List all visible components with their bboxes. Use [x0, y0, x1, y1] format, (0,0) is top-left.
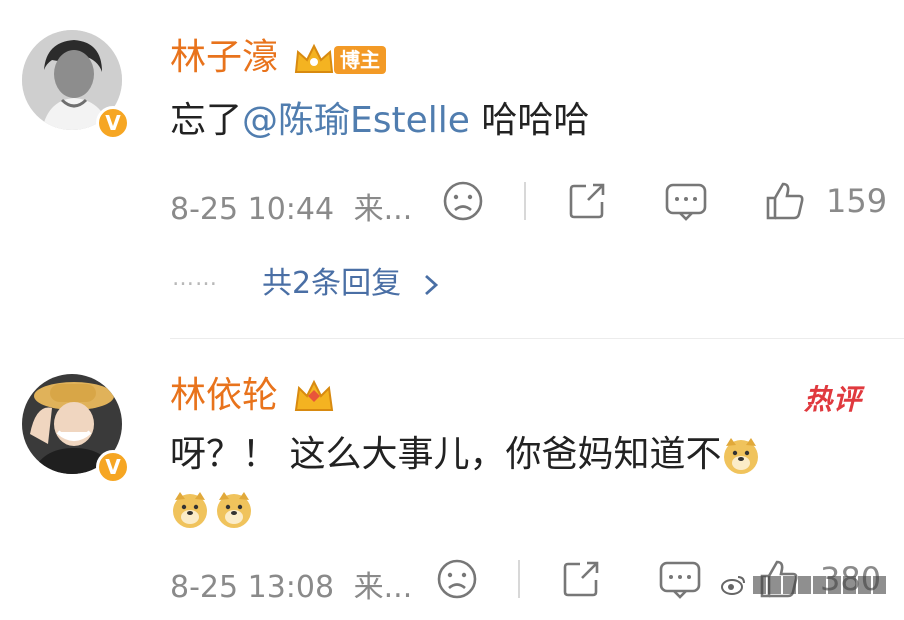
thumbs-up-icon[interactable] [764, 180, 806, 222]
divider [518, 560, 520, 598]
comment-text-line1: 呀？！ 这么大事儿，你爸妈知道不 [170, 434, 722, 475]
timestamp: 8-25 13:08 [170, 570, 335, 605]
sad-face-icon[interactable] [442, 180, 484, 222]
emoji-row [170, 486, 254, 532]
comment-meta: 8-25 10:44 来... [170, 184, 412, 228]
like-count: 159 [826, 182, 888, 220]
view-replies-link[interactable]: 共2条回复 [262, 258, 441, 302]
comment-text: 忘了@陈瑜Estelle 哈哈哈 [170, 98, 589, 144]
comment-text: 呀？！ 这么大事儿，你爸妈知道不 [170, 432, 761, 478]
hot-comment-badge: 热评 [804, 383, 863, 416]
comment-separator [170, 338, 904, 339]
comment-text-prefix: 忘了 [170, 100, 243, 141]
username[interactable]: 林依轮 [170, 374, 278, 418]
comment-icon[interactable] [664, 182, 708, 222]
divider [524, 182, 526, 220]
replies-label: 共2条回复 [262, 266, 402, 301]
mention-link[interactable]: @陈瑜Estelle [242, 100, 470, 141]
sad-face-icon[interactable] [436, 558, 478, 600]
username[interactable]: 林子濠 [170, 36, 278, 80]
author-badge: 博主 [334, 46, 386, 74]
crown-icon [294, 43, 334, 73]
share-icon[interactable] [560, 558, 602, 600]
comment-icon[interactable] [658, 560, 702, 600]
weibo-logo-icon [721, 576, 745, 595]
chevron-right-icon [424, 274, 438, 295]
doge-emoji [724, 438, 759, 474]
doge-emoji [217, 492, 251, 528]
timestamp: 8-25 10:44 [170, 192, 335, 227]
source-text: 来... [353, 192, 413, 227]
doge-emoji [173, 492, 207, 528]
verified-badge-icon: V [96, 106, 130, 140]
share-icon[interactable] [566, 180, 608, 222]
replies-dots: …… [172, 266, 218, 291]
verified-badge-icon: V [96, 450, 130, 484]
crown-icon [294, 379, 334, 411]
source-text: 来... [353, 570, 413, 605]
comment-meta: 8-25 13:08 来... [170, 562, 412, 606]
watermark [720, 572, 896, 608]
comment-item: V 林子濠 博主 忘了@陈瑜Estelle 哈哈哈 8-25 10:44 来..… [0, 0, 904, 330]
comment-text-suffix: 哈哈哈 [469, 100, 590, 141]
